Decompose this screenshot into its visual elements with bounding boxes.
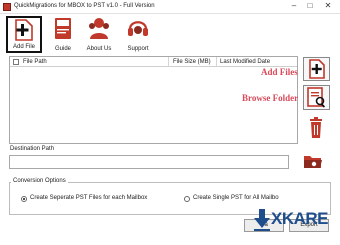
guide-book-icon <box>55 18 71 39</box>
add-file-label: Add File <box>12 44 35 50</box>
title-bar: QuickMigrations for MBOX to PST v1.0 - F… <box>0 0 340 14</box>
add-file-icon <box>15 19 33 41</box>
column-file-size[interactable]: File Size (MB) <box>173 59 211 65</box>
delete-button[interactable] <box>304 116 328 140</box>
close-button[interactable]: ✕ <box>318 1 338 12</box>
maximize-button[interactable]: □ <box>302 1 318 12</box>
destination-browse-button[interactable] <box>302 152 324 171</box>
app-icon <box>3 3 11 11</box>
destination-path-input[interactable] <box>9 155 289 169</box>
watermark-logo: XKARE <box>253 207 337 235</box>
single-pst-label[interactable]: Create Single PST for All Mailbo <box>193 195 279 201</box>
column-divider <box>216 57 217 67</box>
add-file-icon <box>309 59 325 79</box>
single-pst-radio[interactable] <box>184 196 190 202</box>
headset-icon <box>128 21 148 36</box>
select-all-checkbox[interactable] <box>13 59 19 65</box>
minimize-button[interactable]: – <box>286 1 302 12</box>
guide-button[interactable]: Guide <box>50 16 76 53</box>
browse-folder-callout: Browse Folder <box>242 93 299 103</box>
download-arrow-icon <box>254 209 270 231</box>
column-divider <box>168 57 169 67</box>
toolbar: Add File Guide About Us Support <box>0 14 340 55</box>
separate-pst-label[interactable]: Create Seperate PST Files for each Mailb… <box>30 195 147 201</box>
window-title: QuickMigrations for MBOX to PST v1.0 - F… <box>14 3 155 9</box>
column-file-path[interactable]: File Path <box>23 59 47 65</box>
support-label: Support <box>127 46 149 52</box>
conversion-options-title: Conversion Options <box>11 178 68 184</box>
destination-path-label: Destination Path <box>10 146 55 152</box>
browse-folder-icon <box>307 87 326 108</box>
separate-pst-radio[interactable] <box>21 196 27 202</box>
folder-icon <box>304 156 322 168</box>
guide-label: Guide <box>54 46 71 52</box>
add-file-button[interactable]: Add File <box>6 16 42 53</box>
trash-icon <box>310 117 322 138</box>
about-us-icon <box>89 18 109 39</box>
watermark-text: XKARE <box>271 209 329 228</box>
add-files-callout: Add Files <box>261 67 298 77</box>
about-us-label: About Us <box>86 46 112 52</box>
add-files-side-button[interactable] <box>303 57 330 81</box>
about-us-button[interactable]: About Us <box>84 16 114 53</box>
browse-folder-side-button[interactable] <box>303 85 330 110</box>
column-last-modified[interactable]: Last Modified Date <box>220 59 270 65</box>
table-header: File Path File Size (MB) Last Modified D… <box>10 57 297 67</box>
support-button[interactable]: Support <box>123 16 153 53</box>
